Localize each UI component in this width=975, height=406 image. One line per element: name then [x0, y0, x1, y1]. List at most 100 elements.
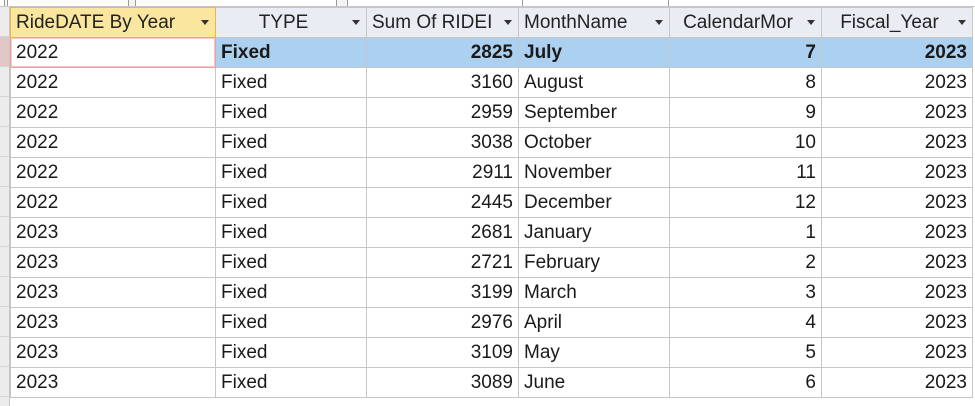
cell-calendar-month[interactable]: 11: [669, 157, 822, 188]
cell-sum-ride[interactable]: 3109: [366, 337, 519, 368]
cell-sum-ride[interactable]: 3160: [366, 67, 519, 98]
dropdown-arrow-icon[interactable]: [352, 20, 360, 25]
cell-type[interactable]: Fixed: [215, 37, 367, 68]
cell-fiscal-year[interactable]: 2023: [821, 157, 973, 188]
cell-type[interactable]: Fixed: [215, 337, 367, 368]
table-row[interactable]: 2022 Fixed 2825 July 7 2023: [10, 37, 973, 68]
cell-sum-ride[interactable]: 2445: [366, 187, 519, 218]
cell-month-name[interactable]: April: [518, 307, 670, 338]
cell-type[interactable]: Fixed: [215, 127, 367, 158]
cell-calendar-month[interactable]: 1: [669, 217, 822, 248]
cell-calendar-month[interactable]: 12: [669, 187, 822, 218]
record-selector[interactable]: [0, 367, 9, 397]
record-selector[interactable]: [0, 307, 9, 337]
cell-month-name[interactable]: September: [518, 97, 670, 128]
column-header-fiscal-year[interactable]: Fiscal_Year: [821, 7, 973, 38]
record-selector[interactable]: [0, 37, 9, 67]
cell-sum-ride[interactable]: 2681: [366, 217, 519, 248]
dropdown-arrow-icon[interactable]: [201, 20, 209, 25]
cell-month-name[interactable]: October: [518, 127, 670, 158]
cell-ride-year[interactable]: 2023: [10, 307, 216, 338]
tab-stub-active[interactable]: [522, 0, 669, 6]
cell-calendar-month[interactable]: 4: [669, 307, 822, 338]
dropdown-arrow-icon[interactable]: [655, 20, 663, 25]
column-header-calendar-month[interactable]: CalendarMor: [669, 7, 822, 38]
cell-type[interactable]: Fixed: [215, 97, 367, 128]
cell-sum-ride[interactable]: 2976: [366, 307, 519, 338]
cell-sum-ride[interactable]: 3038: [366, 127, 519, 158]
cell-ride-year[interactable]: 2023: [10, 277, 216, 308]
cell-month-name[interactable]: December: [518, 187, 670, 218]
column-header-ride-year[interactable]: RideDATE By Year: [10, 7, 216, 38]
cell-fiscal-year[interactable]: 2023: [821, 97, 973, 128]
cell-month-name[interactable]: February: [518, 247, 670, 278]
table-row[interactable]: 2023 Fixed 2721 February 2 2023: [10, 247, 973, 278]
cell-calendar-month[interactable]: 2: [669, 247, 822, 278]
cell-calendar-month[interactable]: 8: [669, 67, 822, 98]
cell-fiscal-year[interactable]: 2023: [821, 307, 973, 338]
cell-fiscal-year[interactable]: 2023: [821, 337, 973, 368]
select-all-box[interactable]: [0, 7, 9, 37]
cell-sum-ride[interactable]: 3089: [366, 367, 519, 398]
table-row[interactable]: 2023 Fixed 2976 April 4 2023: [10, 307, 973, 338]
column-header-type[interactable]: TYPE: [215, 7, 367, 38]
tab-stub[interactable]: [128, 0, 136, 6]
cell-fiscal-year[interactable]: 2023: [821, 127, 973, 158]
cell-fiscal-year[interactable]: 2023: [821, 247, 973, 278]
cell-type[interactable]: Fixed: [215, 187, 367, 218]
cell-type[interactable]: Fixed: [215, 247, 367, 278]
cell-ride-year[interactable]: 2023: [10, 367, 216, 398]
cell-type[interactable]: Fixed: [215, 307, 367, 338]
cell-type[interactable]: Fixed: [215, 367, 367, 398]
cell-calendar-month[interactable]: 9: [669, 97, 822, 128]
cell-month-name[interactable]: June: [518, 367, 670, 398]
record-selector[interactable]: [0, 97, 9, 127]
cell-ride-year[interactable]: 2022: [10, 97, 216, 128]
table-row[interactable]: 2023 Fixed 3109 May 5 2023: [10, 337, 973, 368]
cell-calendar-month[interactable]: 7: [669, 37, 822, 68]
cell-calendar-month[interactable]: 10: [669, 127, 822, 158]
cell-fiscal-year[interactable]: 2023: [821, 367, 973, 398]
cell-ride-year[interactable]: 2022: [10, 37, 216, 68]
dropdown-arrow-icon[interactable]: [958, 20, 966, 25]
column-header-month-name[interactable]: MonthName: [518, 7, 670, 38]
cell-month-name[interactable]: July: [518, 37, 670, 68]
cell-sum-ride[interactable]: 3199: [366, 277, 519, 308]
record-selector-column[interactable]: [0, 7, 10, 406]
cell-fiscal-year[interactable]: 2023: [821, 217, 973, 248]
cell-month-name[interactable]: November: [518, 157, 670, 188]
cell-sum-ride[interactable]: 2911: [366, 157, 519, 188]
table-row[interactable]: 2022 Fixed 3038 October 10 2023: [10, 127, 973, 158]
cell-ride-year[interactable]: 2022: [10, 127, 216, 158]
cell-fiscal-year[interactable]: 2023: [821, 277, 973, 308]
dropdown-arrow-icon[interactable]: [504, 20, 512, 25]
table-row[interactable]: 2022 Fixed 2445 December 12 2023: [10, 187, 973, 218]
cell-month-name[interactable]: May: [518, 337, 670, 368]
cell-ride-year[interactable]: 2022: [10, 157, 216, 188]
record-selector[interactable]: [0, 157, 9, 187]
cell-ride-year[interactable]: 2023: [10, 337, 216, 368]
cell-type[interactable]: Fixed: [215, 277, 367, 308]
cell-ride-year[interactable]: 2022: [10, 67, 216, 98]
record-selector[interactable]: [0, 217, 9, 247]
cell-type[interactable]: Fixed: [215, 67, 367, 98]
table-row[interactable]: 2023 Fixed 3199 March 3 2023: [10, 277, 973, 308]
cell-fiscal-year[interactable]: 2023: [821, 37, 973, 68]
dropdown-arrow-icon[interactable]: [807, 20, 815, 25]
table-row[interactable]: 2022 Fixed 2959 September 9 2023: [10, 97, 973, 128]
tab-stub[interactable]: [4, 0, 8, 6]
cell-month-name[interactable]: January: [518, 217, 670, 248]
cell-calendar-month[interactable]: 3: [669, 277, 822, 308]
cell-calendar-month[interactable]: 5: [669, 337, 822, 368]
cell-type[interactable]: Fixed: [215, 157, 367, 188]
tab-stub[interactable]: [336, 0, 348, 6]
table-row[interactable]: 2022 Fixed 3160 August 8 2023: [10, 67, 973, 98]
record-selector[interactable]: [0, 277, 9, 307]
cell-month-name[interactable]: March: [518, 277, 670, 308]
record-selector[interactable]: [0, 127, 9, 157]
table-row[interactable]: 2023 Fixed 2681 January 1 2023: [10, 217, 973, 248]
cell-type[interactable]: Fixed: [215, 217, 367, 248]
cell-ride-year[interactable]: 2023: [10, 217, 216, 248]
record-selector[interactable]: [0, 187, 9, 217]
cell-sum-ride[interactable]: 2825: [366, 37, 519, 68]
